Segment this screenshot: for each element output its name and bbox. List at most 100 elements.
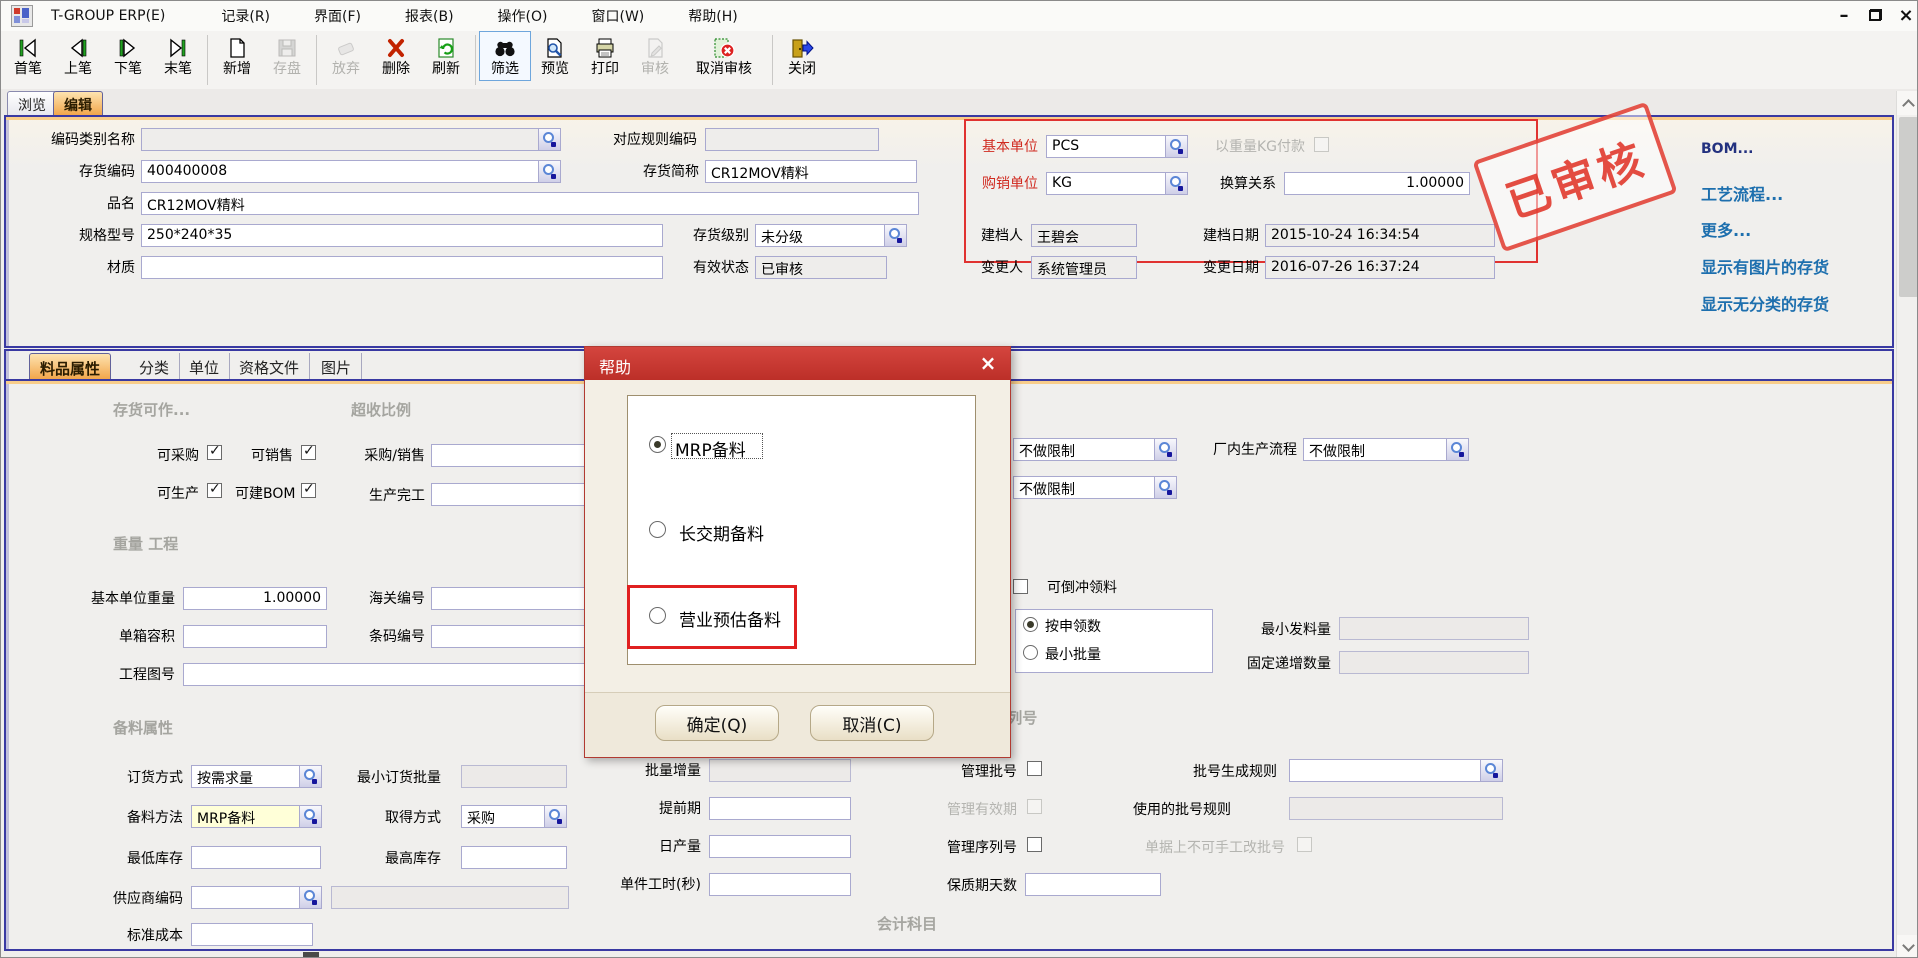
print-button[interactable]: 打印: [580, 32, 630, 80]
close-form-button[interactable]: 关闭: [777, 32, 827, 80]
vertical-scrollbar[interactable]: [1896, 91, 1918, 958]
ok-button[interactable]: 确定(Q): [655, 705, 779, 741]
spec-field[interactable]: 250*240*35: [141, 224, 663, 247]
limit-field-2[interactable]: 不做限制: [1013, 476, 1177, 499]
first-record-button[interactable]: 首笔: [3, 32, 53, 80]
item-short-field[interactable]: CR12MOV精料: [705, 160, 917, 183]
delete-button[interactable]: 删除: [371, 32, 421, 80]
lookup-icon[interactable]: [299, 806, 321, 827]
base-unit-field[interactable]: PCS: [1046, 135, 1188, 158]
next-record-button[interactable]: 下笔: [103, 32, 153, 80]
limit-field-1[interactable]: 不做限制: [1013, 438, 1177, 461]
filter-button[interactable]: 筛选: [480, 32, 530, 80]
tab-browse[interactable]: 浏览: [7, 91, 57, 115]
lookup-icon[interactable]: [299, 887, 321, 908]
menu-record[interactable]: 记录(R): [211, 2, 280, 30]
lookup-icon[interactable]: [1480, 760, 1502, 781]
base-weight-field[interactable]: 1.00000: [183, 587, 327, 610]
menu-report[interactable]: 报表(B): [395, 2, 464, 30]
shelf-life-field[interactable]: [1025, 873, 1161, 896]
cancel-button[interactable]: 取消(C): [810, 705, 934, 741]
material-field[interactable]: [141, 256, 663, 279]
section-usable: 存货可作...: [113, 399, 190, 420]
manage-serial-checkbox[interactable]: [1027, 837, 1042, 852]
prev-record-button[interactable]: 上笔: [53, 32, 103, 80]
lookup-icon[interactable]: [538, 161, 560, 182]
link-more[interactable]: 更多...: [1701, 217, 1751, 241]
close-door-icon: [789, 35, 815, 61]
producible-checkbox[interactable]: [207, 483, 222, 498]
close-window-button[interactable]: ×: [1893, 4, 1918, 28]
box-volume-field[interactable]: [183, 625, 327, 648]
item-code-field[interactable]: 400400008: [141, 160, 561, 183]
std-cost-field[interactable]: [191, 923, 313, 946]
subtab-classification[interactable]: 分类: [129, 353, 180, 379]
refresh-button[interactable]: 刷新: [421, 32, 471, 80]
menu-window[interactable]: 窗口(W): [581, 2, 654, 30]
restore-button[interactable]: [1869, 9, 1882, 21]
menu-tgroup-erp[interactable]: T-GROUP ERP(E): [41, 4, 175, 28]
sellable-checkbox[interactable]: [301, 445, 316, 460]
supplier-code-field[interactable]: [191, 886, 322, 909]
lookup-icon[interactable]: [299, 766, 321, 787]
lookup-icon[interactable]: [884, 225, 906, 246]
backflush-checkbox[interactable]: [1013, 579, 1028, 594]
preview-button[interactable]: 预览: [530, 32, 580, 80]
menu-operation[interactable]: 操作(O): [488, 2, 558, 30]
factory-flow-field[interactable]: 不做限制: [1303, 438, 1469, 461]
lookup-icon[interactable]: [1165, 173, 1187, 194]
link-process-flow[interactable]: 工艺流程...: [1701, 181, 1783, 205]
option-mrp-label[interactable]: MRP备料: [675, 436, 746, 461]
subtab-units[interactable]: 单位: [179, 353, 230, 379]
scroll-up-button[interactable]: [1897, 91, 1918, 115]
menu-interface[interactable]: 界面(F): [304, 2, 371, 30]
dialog-close-icon[interactable]: ×: [976, 351, 1000, 375]
order-mode-field[interactable]: 按需求量: [191, 765, 322, 788]
subtab-item-properties[interactable]: 料品属性: [29, 353, 111, 379]
manage-serial-label: 管理序列号: [925, 839, 1017, 857]
link-bom[interactable]: BOM...: [1701, 141, 1753, 157]
subtab-images[interactable]: 图片: [311, 353, 362, 379]
code-category-field[interactable]: [141, 128, 561, 151]
item-name-field[interactable]: CR12MOV精料: [141, 192, 919, 215]
cancel-audit-button[interactable]: 取消审核: [680, 32, 768, 80]
acquire-mode-field[interactable]: 采购: [461, 805, 567, 828]
conversion-field[interactable]: 1.00000: [1284, 172, 1470, 195]
link-show-unclassified[interactable]: 显示无分类的存货: [1701, 291, 1829, 315]
by-application-radio[interactable]: [1023, 617, 1038, 632]
lookup-icon[interactable]: [544, 806, 566, 827]
max-stock-field[interactable]: [461, 846, 567, 869]
batch-rule-field[interactable]: [1289, 759, 1503, 782]
lookup-icon[interactable]: [538, 129, 560, 150]
trade-unit-field[interactable]: KG: [1046, 172, 1188, 195]
tab-edit[interactable]: 编辑: [53, 91, 103, 115]
menu-help[interactable]: 帮助(H): [678, 2, 747, 30]
lead-time-field[interactable]: [709, 797, 851, 820]
purchasable-checkbox[interactable]: [207, 445, 222, 460]
scrollbar-thumb[interactable]: [1899, 117, 1918, 297]
item-name-label: 品名: [81, 195, 135, 213]
scroll-down-button[interactable]: [1897, 935, 1918, 958]
min-batch-radio[interactable]: [1023, 645, 1038, 660]
min-stock-field[interactable]: [191, 846, 321, 869]
last-record-button[interactable]: 末笔: [153, 32, 203, 80]
lookup-icon[interactable]: [1154, 477, 1176, 498]
help-dialog-titlebar[interactable]: 帮助: [585, 347, 1010, 380]
lookup-icon[interactable]: [1165, 136, 1187, 157]
minimize-button[interactable]: –: [1831, 4, 1857, 28]
unit-hours-field[interactable]: [709, 873, 851, 896]
new-button[interactable]: 新增: [212, 32, 262, 80]
option-long-lead-radio[interactable]: [649, 521, 666, 538]
prep-method-field[interactable]: MRP备料: [191, 805, 322, 828]
lookup-icon[interactable]: [1154, 439, 1176, 460]
trade-unit-label: 购销单位: [974, 175, 1038, 193]
subtab-qualification-files[interactable]: 资格文件: [229, 353, 310, 379]
option-long-lead-label[interactable]: 长交期备料: [679, 520, 764, 545]
can-build-bom-checkbox[interactable]: [301, 483, 316, 498]
lookup-icon[interactable]: [1446, 439, 1468, 460]
manage-batch-checkbox[interactable]: [1027, 761, 1042, 776]
level-field[interactable]: 未分级: [755, 224, 907, 247]
daily-output-field[interactable]: [709, 835, 851, 858]
link-show-with-images[interactable]: 显示有图片的存货: [1701, 254, 1829, 278]
option-mrp-radio[interactable]: [649, 436, 666, 453]
